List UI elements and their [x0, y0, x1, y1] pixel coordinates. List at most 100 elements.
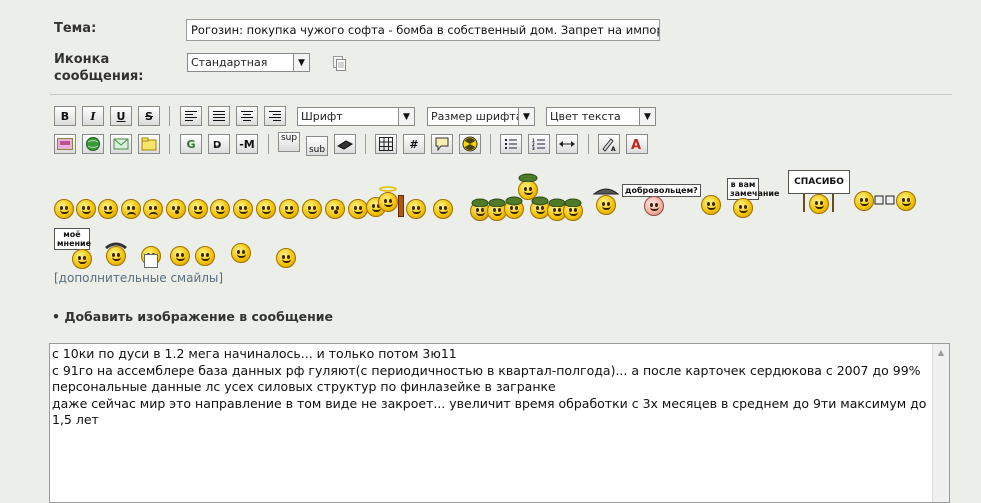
- insert-email-button[interactable]: [110, 134, 132, 154]
- thinking-icon[interactable]: [433, 199, 453, 219]
- drinks-right-icon[interactable]: [896, 191, 916, 211]
- chevron-down-icon: ▼: [398, 108, 414, 125]
- confused-icon[interactable]: [233, 199, 253, 219]
- sign-post-right: [832, 194, 834, 212]
- message-icon-select[interactable]: Стандартная ▼: [187, 53, 310, 72]
- hands-up-icon[interactable]: [231, 243, 251, 263]
- remark-icon[interactable]: [733, 198, 753, 218]
- message-icon-label-line1: Иконка: [54, 52, 110, 67]
- toolbar-separator: [588, 134, 589, 154]
- tongue-icon[interactable]: [302, 199, 322, 219]
- table-button[interactable]: [375, 134, 397, 154]
- opinion-icon[interactable]: [72, 249, 92, 269]
- wiki-button[interactable]: D: [208, 134, 230, 154]
- superscript-button[interactable]: sup: [278, 132, 300, 152]
- image-icon: [57, 138, 73, 150]
- radiation-button[interactable]: [459, 134, 481, 154]
- scared-icon[interactable]: [279, 199, 299, 219]
- reading-icon[interactable]: [701, 195, 721, 215]
- italic-button[interactable]: I: [82, 106, 104, 126]
- drinks-left-icon[interactable]: [854, 191, 874, 211]
- pen-text-icon: A: [602, 138, 616, 152]
- underline-label: U: [116, 109, 126, 123]
- folder-quote-icon: [141, 137, 157, 151]
- volunteer-icon[interactable]: [644, 196, 664, 216]
- thanks-sign: СПАСИБО !: [788, 170, 850, 207]
- code-button[interactable]: [334, 134, 356, 154]
- align-justify-button[interactable]: [208, 106, 230, 126]
- textarea-scrollbar[interactable]: ▲: [932, 344, 949, 502]
- grin-icon[interactable]: [76, 199, 96, 219]
- hash-button[interactable]: #: [403, 134, 425, 154]
- font-size-select[interactable]: Размер шрифта ▼: [427, 107, 535, 126]
- align-left-button[interactable]: [180, 106, 202, 126]
- opinion-sign-line2: мнение: [57, 239, 92, 248]
- strike-button[interactable]: S: [138, 106, 160, 126]
- cheerful-icon[interactable]: [195, 246, 215, 266]
- numbered-list-button[interactable]: 123: [528, 134, 550, 154]
- pirate-icon[interactable]: [596, 195, 616, 215]
- quote-button[interactable]: [138, 134, 160, 154]
- thanks-icon[interactable]: [809, 194, 829, 214]
- spoiler-button[interactable]: [431, 134, 453, 154]
- volunteers-sign: добровольцем?: [622, 184, 701, 197]
- google-button[interactable]: G: [180, 134, 202, 154]
- bold-label: B: [60, 109, 70, 123]
- laugh-icon[interactable]: [98, 199, 118, 219]
- angel-icon[interactable]: [378, 192, 398, 212]
- globe-link-icon: [86, 137, 100, 151]
- underline-button[interactable]: U: [110, 106, 132, 126]
- rolleyes-icon[interactable]: [348, 199, 368, 219]
- toolbar-separator: [268, 134, 269, 154]
- hr-icon: -M: [239, 137, 255, 151]
- add-image-link[interactable]: • Добавить изображение в сообщение: [52, 309, 333, 324]
- indent-button[interactable]: [556, 134, 578, 154]
- table-icon: [379, 137, 393, 151]
- blush-icon[interactable]: [256, 199, 276, 219]
- sad-icon[interactable]: [143, 199, 163, 219]
- sign-post-left: [803, 194, 805, 212]
- more-smilies-link[interactable]: [дополнительные смайлы]: [54, 271, 223, 285]
- text-color-select[interactable]: Цвет текста ▼: [546, 107, 656, 126]
- headbang-icon[interactable]: [406, 199, 426, 219]
- wink-icon[interactable]: [210, 199, 230, 219]
- toolbar-separator: [169, 106, 170, 126]
- shocked-icon[interactable]: [325, 199, 345, 219]
- angry-icon[interactable]: [121, 199, 141, 219]
- text-color-select-value: Цвет текста: [550, 110, 621, 123]
- cool-icon[interactable]: [188, 199, 208, 219]
- smile-icon[interactable]: [54, 199, 74, 219]
- remark-sign: в вам замечание: [727, 178, 780, 200]
- toolbar-separator: [169, 134, 170, 154]
- opinion-sign: моё мнение: [54, 228, 92, 250]
- topic-input[interactable]: Рогозин: покупка чужого софта - бомба в …: [186, 19, 660, 41]
- commander-helmet-icon: [518, 173, 538, 182]
- bold-button[interactable]: B: [54, 106, 76, 126]
- message-icon-label-line2: сообщения:: [54, 69, 144, 84]
- opinion-sign-line1: моё: [63, 230, 81, 239]
- paper-icon: [144, 254, 158, 268]
- message-textarea[interactable]: с 10ки по дуси в 1.2 мега начиналось... …: [49, 343, 950, 503]
- font-select[interactable]: Шрифт ▼: [297, 107, 415, 126]
- dancing-icon[interactable]: [276, 248, 296, 268]
- surprised-icon[interactable]: [166, 199, 186, 219]
- insert-link-button[interactable]: [82, 134, 104, 154]
- svg-text:A: A: [611, 146, 616, 152]
- font-style-button[interactable]: A: [598, 134, 620, 154]
- horizontal-rule-button[interactable]: -M: [236, 134, 258, 154]
- wall-icon: [398, 195, 404, 217]
- scroll-up-icon[interactable]: ▲: [933, 344, 949, 360]
- hair-icon: [105, 242, 127, 250]
- align-right-button[interactable]: [264, 106, 286, 126]
- subscript-button[interactable]: sub: [306, 136, 328, 156]
- big-grin-icon[interactable]: [170, 246, 190, 266]
- text-color-button[interactable]: A: [626, 134, 648, 154]
- copy-icon[interactable]: [333, 56, 347, 72]
- align-center-button[interactable]: [236, 106, 258, 126]
- remark-sign-line2: замечание: [730, 189, 780, 198]
- font-select-value: Шрифт: [301, 110, 343, 123]
- align-right-icon: [269, 111, 281, 121]
- bullet-list-button[interactable]: [500, 134, 522, 154]
- toolbar-separator: [365, 134, 366, 154]
- insert-image-button[interactable]: [54, 134, 76, 154]
